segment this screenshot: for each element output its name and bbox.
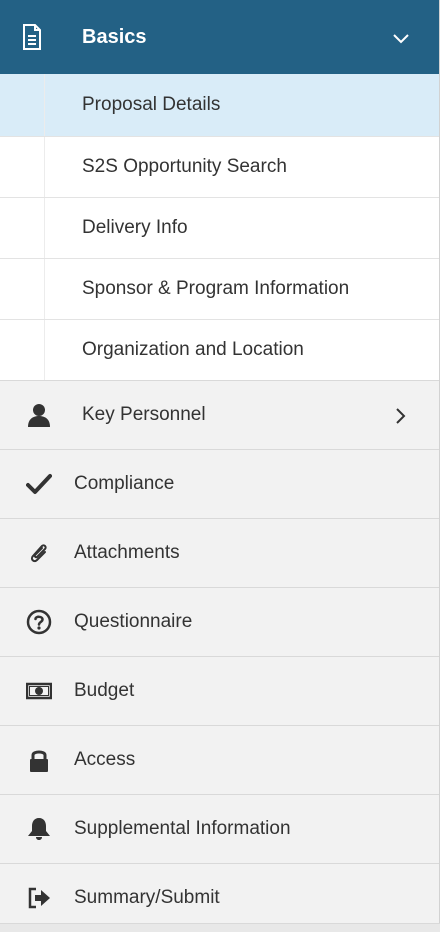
nav-compliance[interactable]: Compliance: [0, 449, 439, 518]
nav-item-label: Questionnaire: [74, 611, 193, 632]
nav-s2s-opportunity-search[interactable]: S2S Opportunity Search: [0, 136, 439, 197]
nav-item-label: Budget: [74, 680, 135, 701]
nav-item-label: Delivery Info: [82, 217, 188, 238]
section-basics-label: Basics: [82, 25, 147, 48]
section-basics-header[interactable]: Basics: [0, 0, 439, 74]
document-icon: [23, 24, 41, 50]
money-icon: [26, 682, 52, 700]
proposal-nav: Basics Proposal Details S2S Opportunity …: [0, 0, 440, 932]
chevron-right-icon[interactable]: [396, 408, 406, 424]
nav-item-label: Proposal Details: [82, 94, 221, 115]
nav-item-label: Key Personnel: [82, 404, 206, 425]
nav-proposal-details[interactable]: Proposal Details: [0, 74, 439, 136]
nav-attachments[interactable]: Attachments: [0, 518, 439, 587]
bell-icon: [28, 818, 50, 840]
nav-summary-submit[interactable]: Summary/Submit: [0, 863, 439, 932]
nav-sponsor-program-information[interactable]: Sponsor & Program Information: [0, 258, 439, 319]
nav-item-label: Attachments: [74, 542, 180, 563]
lock-icon: [30, 750, 48, 772]
nav-budget[interactable]: Budget: [0, 656, 439, 725]
sign-out-icon: [28, 887, 50, 909]
nav-item-label: S2S Opportunity Search: [82, 156, 287, 177]
nav-supplemental-information[interactable]: Supplemental Information: [0, 794, 439, 863]
person-icon: [28, 404, 50, 427]
nav-item-label: Compliance: [74, 473, 175, 494]
paperclip-icon: [30, 544, 47, 563]
nav-questionnaire[interactable]: Questionnaire: [0, 587, 439, 656]
nav-access[interactable]: Access: [0, 725, 439, 794]
nav-delivery-info[interactable]: Delivery Info: [0, 197, 439, 258]
checkmark-icon: [26, 474, 52, 494]
nav-item-label: Supplemental Information: [74, 818, 291, 839]
nav-item-label: Summary/Submit: [74, 887, 220, 908]
question-circle-icon: [26, 609, 52, 635]
nav-item-label: Access: [74, 749, 136, 770]
nav-item-label: Organization and Location: [82, 339, 304, 360]
nav-key-personnel[interactable]: Key Personnel: [0, 380, 439, 449]
nav-item-label: Sponsor & Program Information: [82, 278, 350, 299]
nav-organization-location[interactable]: Organization and Location: [0, 319, 439, 380]
chevron-down-icon[interactable]: [393, 34, 409, 44]
